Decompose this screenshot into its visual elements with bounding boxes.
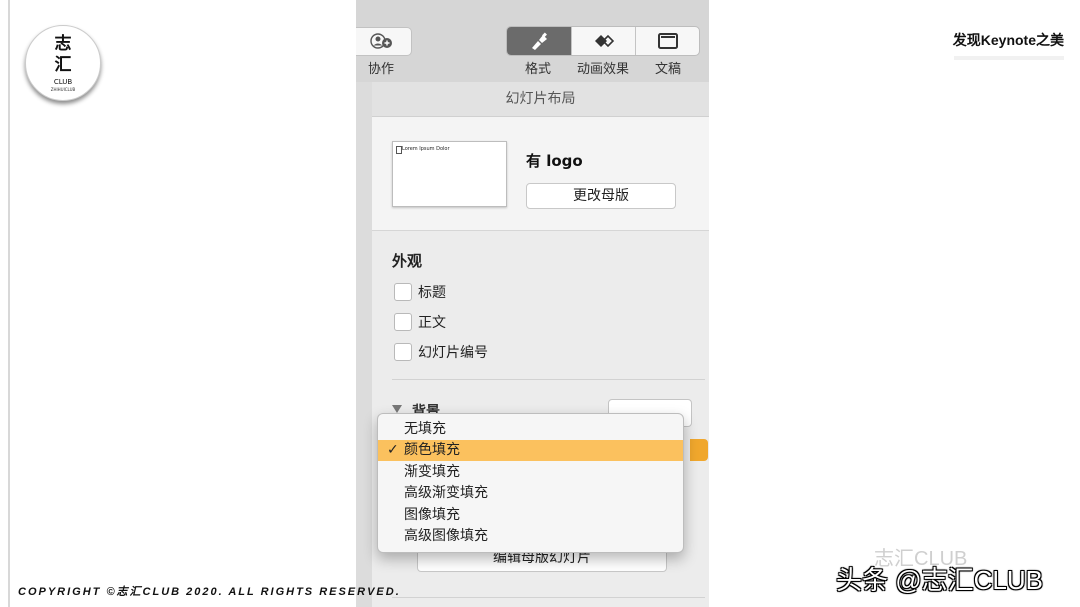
menu-item-advanced-image-fill[interactable]: 高级图像填充	[378, 526, 683, 547]
appearance-title: 外观	[392, 252, 423, 270]
slide-layout-header: 幻灯片布局	[372, 82, 709, 117]
menu-item-label: 高级渐变填充	[404, 485, 488, 501]
copyright-notice: COPYRIGHT ©志汇CLUB 2020. ALL RIGHTS RESER…	[18, 586, 401, 598]
title-reflection	[954, 56, 1064, 60]
club-logo: 志 汇 CLUB ZHIHUICLUB	[25, 25, 101, 101]
document-icon	[658, 33, 678, 49]
checkmark-icon: ✓	[387, 442, 399, 458]
menu-item-no-fill[interactable]: 无填充	[378, 419, 683, 440]
fill-popup-arrows[interactable]	[690, 439, 708, 461]
logo-char-1: 志	[54, 34, 72, 54]
menu-item-label: 图像填充	[404, 507, 460, 523]
menu-item-color-fill[interactable]: ✓ 颜色填充	[378, 440, 683, 461]
tab-animate[interactable]	[571, 27, 636, 55]
inspector-tabs	[506, 26, 700, 56]
collaborate-button[interactable]	[356, 27, 412, 56]
menu-item-label: 高级图像填充	[404, 528, 488, 544]
body-checkbox[interactable]	[394, 313, 412, 331]
tab-document-label: 文稿	[654, 62, 681, 77]
toolbar: 协作 格式 动画效果 文稿	[356, 0, 709, 82]
title-checkbox-label: 标题	[418, 285, 446, 301]
paintbrush-icon	[532, 32, 547, 50]
master-thumbnail[interactable]: Lorem Ipsum Dolor	[392, 141, 507, 207]
tab-document[interactable]	[635, 27, 699, 55]
logo-char-2: 汇	[54, 55, 72, 75]
body-checkbox-label: 正文	[418, 315, 446, 331]
add-person-icon	[370, 33, 392, 49]
collaborate-label: 协作	[368, 62, 395, 77]
tab-format[interactable]	[507, 27, 571, 55]
page-title: 发现Keynote之美	[952, 32, 1064, 48]
slide-layout-title: 幻灯片布局	[505, 91, 576, 107]
fill-type-menu: 无填充 ✓ 颜色填充 渐变填充 高级渐变填充 图像填充 高级图像填充	[377, 413, 684, 553]
menu-item-label: 渐变填充	[404, 464, 460, 480]
logo-club: CLUB	[53, 78, 73, 86]
panel-gutter	[356, 82, 372, 607]
bottom-divider	[392, 597, 705, 598]
change-master-button[interactable]: 更改母版	[526, 183, 676, 209]
master-name: 有 logo	[526, 152, 583, 170]
menu-item-advanced-gradient-fill[interactable]: 高级渐变填充	[378, 483, 683, 504]
title-checkbox[interactable]	[394, 283, 412, 301]
menu-item-label: 颜色填充	[404, 442, 460, 458]
page-edge-line	[8, 0, 10, 607]
menu-item-gradient-fill[interactable]: 渐变填充	[378, 462, 683, 483]
logo-subtext: ZHIHUICLUB	[50, 87, 76, 92]
master-section: Lorem Ipsum Dolor 有 logo 更改母版	[372, 117, 709, 231]
toutiao-watermark: 头条 @志汇CLUB	[836, 565, 1043, 595]
diamonds-icon	[595, 34, 615, 48]
slide-number-checkbox[interactable]	[394, 343, 412, 361]
slide-number-checkbox-label: 幻灯片编号	[418, 345, 488, 361]
menu-item-label: 无填充	[404, 421, 446, 437]
section-divider	[392, 379, 705, 380]
thumb-title: Lorem Ipsum Dolor	[402, 146, 450, 152]
menu-item-image-fill[interactable]: 图像填充	[378, 505, 683, 526]
